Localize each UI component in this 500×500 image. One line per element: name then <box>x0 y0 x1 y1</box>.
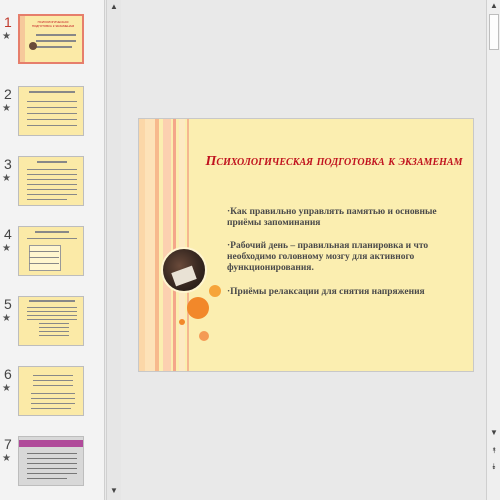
thumbnail-scrollbar[interactable]: ▲ ▼ <box>106 0 121 500</box>
slide-preview <box>18 296 84 346</box>
slide-thumbnail-2[interactable]: 2 ★ <box>0 86 104 142</box>
previous-slide-icon[interactable]: ⯭ <box>489 446 499 458</box>
current-slide[interactable]: Психологическая подготовка к экзаменам ·… <box>138 118 474 372</box>
scroll-thumb[interactable] <box>489 14 499 50</box>
slide-thumbnail-pane: 1 ★ ПСИХОЛОГИЧЕСКАЯ ПОДГОТОВКА К ЭКЗАМЕН… <box>0 0 105 500</box>
animation-star-icon: ★ <box>2 313 11 324</box>
slide-preview: ПСИХОЛОГИЧЕСКАЯ ПОДГОТОВКА К ЭКЗАМЕНАМ <box>18 14 84 64</box>
circular-photo[interactable] <box>161 247 207 293</box>
slide-number: 5 <box>4 296 12 312</box>
slide-title[interactable]: Психологическая подготовка к экзаменам <box>205 153 463 170</box>
slide-preview <box>18 226 84 276</box>
slide-number: 1 <box>4 14 12 30</box>
animation-star-icon: ★ <box>2 453 11 464</box>
animation-star-icon: ★ <box>2 383 11 394</box>
slide-number: 4 <box>4 226 12 242</box>
animation-star-icon: ★ <box>2 103 11 114</box>
decorative-circle <box>199 331 209 341</box>
slide-number: 6 <box>4 366 12 382</box>
slide-number: 7 <box>4 436 12 452</box>
slide-thumbnail-1[interactable]: 1 ★ ПСИХОЛОГИЧЕСКАЯ ПОДГОТОВКА К ЭКЗАМЕН… <box>0 14 104 70</box>
animation-star-icon: ★ <box>2 173 11 184</box>
slide-editor-area: Психологическая подготовка к экзаменам ·… <box>124 0 486 500</box>
slide-preview <box>18 156 84 206</box>
bullet-item[interactable]: ·Рабочий день – правильная планировка и … <box>227 241 459 274</box>
decorative-circle <box>209 285 221 297</box>
decorative-circle <box>187 297 209 319</box>
animation-star-icon: ★ <box>2 31 11 42</box>
next-slide-icon[interactable]: ⯯ <box>489 462 499 474</box>
bullet-item[interactable]: ·Как правильно управлять памятью и основ… <box>227 207 459 229</box>
slide-preview <box>18 86 84 136</box>
animation-star-icon: ★ <box>2 243 11 254</box>
scroll-down-icon[interactable]: ▼ <box>489 428 499 440</box>
slide-thumbnail-4[interactable]: 4 ★ <box>0 226 104 282</box>
slide-preview <box>18 366 84 416</box>
scroll-up-icon[interactable]: ▲ <box>489 1 499 13</box>
scroll-up-icon[interactable]: ▲ <box>109 2 119 14</box>
slide-number: 3 <box>4 156 12 172</box>
scroll-down-icon[interactable]: ▼ <box>109 486 119 498</box>
slide-number: 2 <box>4 86 12 102</box>
decorative-circle <box>179 319 185 325</box>
slide-thumbnail-3[interactable]: 3 ★ <box>0 156 104 212</box>
slide-preview <box>18 436 84 486</box>
editor-scrollbar[interactable]: ▲ ▼ ⯭ ⯯ <box>486 0 500 500</box>
slide-thumbnail-6[interactable]: 6 ★ <box>0 366 104 422</box>
slide-thumbnail-5[interactable]: 5 ★ <box>0 296 104 352</box>
slide-thumbnail-7[interactable]: 7 ★ <box>0 436 104 492</box>
bullet-item[interactable]: ·Приёмы релаксации для снятия напряжения <box>227 287 459 298</box>
